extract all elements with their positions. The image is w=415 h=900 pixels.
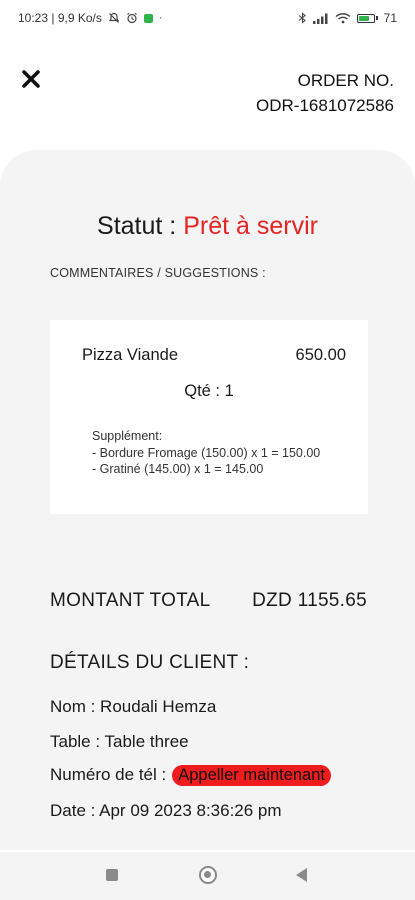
- system-nav-bar: [0, 852, 415, 900]
- status-bar: 10:23 | 9,9 Ko/s · 71: [0, 0, 415, 36]
- supplements-list: Supplément: - Bordure Fromage (150.00) x…: [92, 428, 332, 478]
- total-value: DZD 1155.65: [252, 590, 367, 611]
- item-quantity: Qté : 1: [184, 382, 234, 400]
- supplement-item: - Gratiné (145.00) x 1 = 145.00: [92, 462, 264, 476]
- status-bar-left: 10:23 | 9,9 Ko/s ·: [18, 11, 163, 25]
- bluetooth-icon: [298, 12, 306, 24]
- battery-label: 71: [383, 11, 397, 25]
- comments-label: COMMENTAIRES / SUGGESTIONS :: [50, 266, 266, 280]
- phone-label: Numéro de tél :: [50, 765, 167, 784]
- supplement-item: - Bordure Fromage (150.00) x 1 = 150.00: [92, 445, 321, 460]
- status-label: Statut :: [97, 212, 184, 240]
- order-label: ORDER NO.: [297, 71, 394, 90]
- time-speed: 10:23 | 9,9 Ko/s: [18, 11, 102, 25]
- status-value: Prêt à servir: [183, 212, 318, 240]
- signal-icon: [312, 13, 328, 24]
- app-notification-icon: [143, 13, 153, 23]
- order-status: Statut : Prêt à servir: [0, 212, 415, 241]
- item-name: Pizza Viande: [82, 346, 179, 364]
- client-phone-row: Numéro de tél : Appeller maintenant: [50, 765, 331, 786]
- battery-icon: [356, 13, 378, 23]
- alarm-icon: [126, 12, 137, 24]
- order-date: Date : Apr 09 2023 8:36:26 pm: [50, 801, 282, 820]
- dot: ·: [158, 12, 163, 24]
- wifi-icon: [335, 13, 351, 24]
- square-icon[interactable]: [106, 869, 118, 881]
- client-details-heading: DÉTAILS DU CLIENT :: [50, 652, 250, 673]
- circle-icon[interactable]: [199, 866, 217, 884]
- order-number: ODR-1681072586: [256, 96, 394, 115]
- client-name: Nom : Roudali Hemza: [50, 697, 217, 716]
- order-header: ORDER NO. ODR-1681072586: [256, 68, 394, 118]
- status-bar-right: 71: [298, 11, 397, 25]
- call-now-button[interactable]: Appeller maintenant: [172, 765, 331, 786]
- order-item-card: Pizza Viande 650.00 Qté : 1 Supplément: …: [50, 320, 368, 514]
- item-price: 650.00: [295, 346, 346, 364]
- back-triangle-icon[interactable]: [296, 868, 307, 882]
- mute-icon: [108, 12, 119, 23]
- client-table: Table : Table three: [50, 732, 189, 751]
- supplement-title: Supplément:: [92, 429, 163, 443]
- total-label: MONTANT TOTAL: [50, 590, 211, 611]
- close-icon[interactable]: [16, 64, 48, 96]
